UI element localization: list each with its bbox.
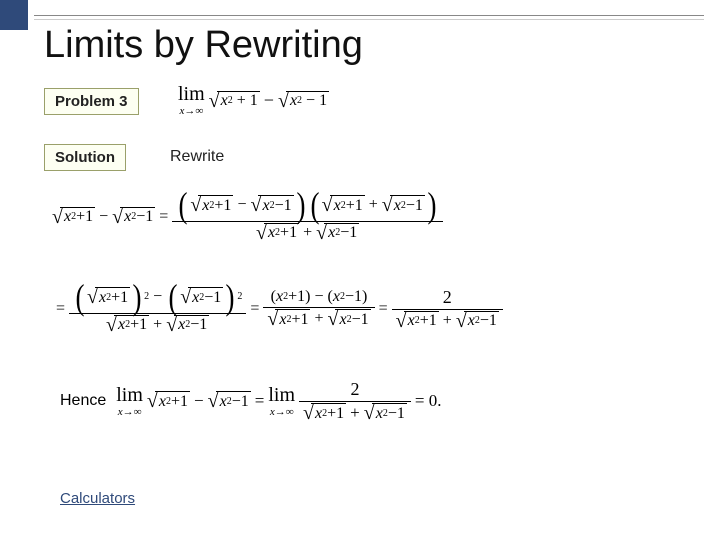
page-title: Limits by Rewriting (44, 24, 363, 67)
step2-expression: = ( √x2+1 )2 − ( √x2−1 )2 √x2+1 + √x2−1 (52, 282, 503, 336)
equals-zero: = 0. (411, 391, 446, 411)
slide: Limits by Rewriting Problem 3 Solution R… (0, 0, 720, 540)
conclusion-expression: Hence lim x→∞ √x2+1 − √x2−1 = lim x→∞ 2 … (60, 378, 445, 424)
header-rule-light (34, 19, 704, 20)
problem-expression: lim x→∞ √x2 + 1 − √x2 − 1 (178, 84, 329, 117)
minus-sign: − (260, 90, 278, 111)
problem-label-box: Problem 3 (44, 88, 139, 115)
rewrite-label: Rewrite (170, 148, 224, 166)
limit-operator: lim x→∞ (178, 84, 205, 117)
numerator-two: 2 (439, 286, 456, 309)
sqrt-term: √x2 + 1 (209, 91, 260, 111)
lim-subscript: x→∞ (179, 106, 203, 117)
lim-word: lim (178, 84, 205, 104)
calculators-link[interactable]: Calculators (60, 490, 135, 507)
step1-expression: √x2+1 − √x2−1 = ( √x2+1 − √x2−1 ) ( √x2+… (52, 190, 443, 244)
hence-label: Hence (60, 392, 106, 410)
sqrt-term: √x2 − 1 (278, 91, 329, 111)
header-rule (34, 15, 704, 16)
solution-label-box: Solution (44, 144, 126, 171)
header-accent-square (0, 0, 28, 30)
